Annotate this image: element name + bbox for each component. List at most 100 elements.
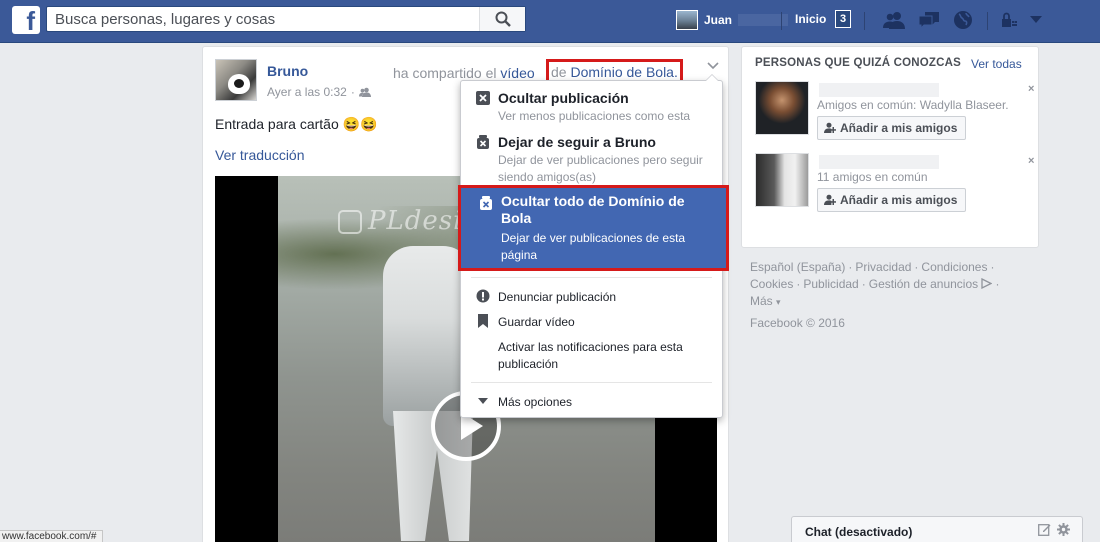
add-friend-label: Añadir a mis amigos xyxy=(840,193,958,207)
divider xyxy=(987,12,988,30)
mutual-friends: 11 amigos en común xyxy=(817,170,928,184)
search-box xyxy=(46,6,526,32)
add-friend-icon xyxy=(824,122,836,133)
bookmark-icon xyxy=(476,314,490,328)
menu-item-label: Guardar vídeo xyxy=(498,315,575,329)
add-friend-button[interactable]: Añadir a mis amigos xyxy=(817,188,967,212)
page-name[interactable]: Domínio de Bola. xyxy=(570,64,677,80)
copyright: Facebook © 2016 xyxy=(750,316,845,330)
menu-item-title: Ocultar todo de Domínio de Bola xyxy=(501,193,685,226)
menu-item-hide-all-from-page[interactable]: Ocultar todo de Domínio de Bola Dejar de… xyxy=(458,185,729,271)
menu-item-title: Ocultar publicación xyxy=(498,90,629,106)
menu-item-more-options[interactable]: Más opciones xyxy=(461,391,724,413)
globe-icon xyxy=(954,11,972,29)
browser-status-url: www.facebook.com/# xyxy=(0,530,103,542)
footer-links: Español (España) · Privacidad · Condiciones ·… xyxy=(750,260,1000,308)
home-link[interactable]: Inicio xyxy=(795,12,826,26)
messages-icon xyxy=(918,12,939,29)
friends-audience-icon[interactable] xyxy=(358,87,371,97)
friends-icon xyxy=(883,12,905,29)
menu-item-save-video[interactable]: Guardar vídeo xyxy=(461,311,724,333)
report-icon xyxy=(476,289,490,303)
redacted-name xyxy=(819,155,939,169)
menu-item-subtitle: Dejar de ver publicaciones de esta págin… xyxy=(501,231,686,262)
menu-separator xyxy=(471,382,712,383)
pymk-person: 11 amigos en común Añadir a mis amigos × xyxy=(755,153,1034,212)
video-link[interactable]: vídeo xyxy=(500,65,534,81)
lock-icon xyxy=(1002,12,1017,27)
see-translation-link[interactable]: Ver traducción xyxy=(215,147,305,163)
see-all-link[interactable]: Ver todas xyxy=(971,57,1022,71)
post-options-menu: Ocultar publicación Ver menos publicacio… xyxy=(458,74,729,418)
menu-item-title: Dejar de seguir a Bruno xyxy=(498,134,656,150)
gear-icon[interactable] xyxy=(1057,523,1070,536)
pymk-person: Amigos en común: Wadylla Blaseer. Añadir… xyxy=(755,81,1034,140)
footer-link-terms[interactable]: Condiciones xyxy=(921,260,987,274)
menu-item-report[interactable]: Denunciar publicación xyxy=(461,286,724,308)
footer-link-privacy[interactable]: Privacidad xyxy=(855,260,911,274)
compose-icon[interactable] xyxy=(1038,523,1051,536)
friend-requests-button[interactable] xyxy=(882,9,906,31)
add-friend-label: Añadir a mis amigos xyxy=(840,121,958,135)
post-options-button[interactable] xyxy=(704,59,722,73)
chat-label: Chat (desactivado) xyxy=(805,525,913,539)
chevron-down-icon xyxy=(707,62,719,70)
menu-item-label: Más opciones xyxy=(498,395,573,409)
menu-item-label: Denunciar publicación xyxy=(498,290,617,304)
pymk-title: PERSONAS QUE QUIZÁ CONOZCAS xyxy=(755,57,962,69)
search-button[interactable] xyxy=(479,7,525,31)
unfollow-page-icon xyxy=(479,196,493,210)
author-avatar[interactable] xyxy=(215,59,257,101)
ad-choices-icon[interactable] xyxy=(981,277,993,290)
dismiss-button[interactable]: × xyxy=(1028,84,1038,95)
privacy-shortcuts-button[interactable] xyxy=(998,9,1022,31)
menu-item-unfollow[interactable]: Dejar de seguir a Bruno Dejar de ver pub… xyxy=(461,131,724,184)
add-friend-icon xyxy=(824,194,836,205)
person-photo[interactable] xyxy=(755,81,809,135)
redacted-name xyxy=(819,83,939,97)
dismiss-button[interactable]: × xyxy=(1028,156,1038,167)
top-navigation-bar: f Juan Inicio 3 xyxy=(0,0,1100,43)
people-you-may-know: PERSONAS QUE QUIZÁ CONOZCAS Ver todas Am… xyxy=(741,46,1039,248)
profile-link[interactable]: Juan xyxy=(676,10,789,30)
add-friend-button[interactable]: Añadir a mis amigos xyxy=(817,116,967,140)
author-name[interactable]: Bruno xyxy=(267,63,308,79)
post-meta: Ayer a las 0:32 · xyxy=(267,85,371,99)
redacted-surname xyxy=(315,64,391,78)
meta-separator: · xyxy=(350,85,355,99)
facebook-logo[interactable]: f xyxy=(12,6,40,34)
unfollow-icon xyxy=(476,135,490,149)
footer-link-cookies[interactable]: Cookies xyxy=(750,277,793,291)
footer-link-more[interactable]: Más xyxy=(750,294,773,308)
search-input[interactable] xyxy=(47,7,479,31)
messages-button[interactable] xyxy=(917,9,941,31)
footer-link-ad-choices[interactable]: Gestión de anuncios xyxy=(869,277,978,291)
person-photo[interactable] xyxy=(755,153,809,207)
menu-item-hide-post[interactable]: Ocultar publicación Ver menos publicacio… xyxy=(461,87,724,127)
de-label: de xyxy=(551,64,567,80)
menu-item-subtitle: Dejar de ver publicaciones pero seguir s… xyxy=(498,153,703,184)
menu-separator xyxy=(471,277,712,278)
menu-item-turn-on-notifications[interactable]: Activar las notificaciones para esta pub… xyxy=(461,336,724,376)
search-icon xyxy=(495,11,511,27)
notifications-button[interactable] xyxy=(951,9,975,31)
divider xyxy=(864,12,865,30)
post-text: Entrada para cartão 😆😆 xyxy=(215,116,378,132)
footer-link-advertising[interactable]: Publicidad xyxy=(803,277,858,291)
account-menu-button[interactable] xyxy=(1024,9,1048,31)
camera-icon xyxy=(338,210,362,234)
mutual-friends: Amigos en común: Wadylla Blaseer. xyxy=(817,98,1009,112)
avatar xyxy=(676,10,698,30)
menu-item-label: Activar las notificaciones para esta pub… xyxy=(498,340,683,371)
divider xyxy=(781,12,782,30)
shared-text: ha compartido el vídeo xyxy=(393,65,535,81)
footer-link-language[interactable]: Español (España) xyxy=(750,260,845,274)
chat-bar[interactable]: Chat (desactivado) xyxy=(791,516,1083,542)
menu-item-subtitle: Ver menos publicaciones como esta xyxy=(498,109,691,123)
post-timestamp[interactable]: Ayer a las 0:32 xyxy=(267,85,347,99)
hide-icon xyxy=(476,91,490,105)
caret-down-icon xyxy=(1030,16,1042,23)
home-count-badge: 3 xyxy=(835,10,851,28)
caret-down-icon xyxy=(476,394,490,408)
user-name: Juan xyxy=(704,13,733,27)
